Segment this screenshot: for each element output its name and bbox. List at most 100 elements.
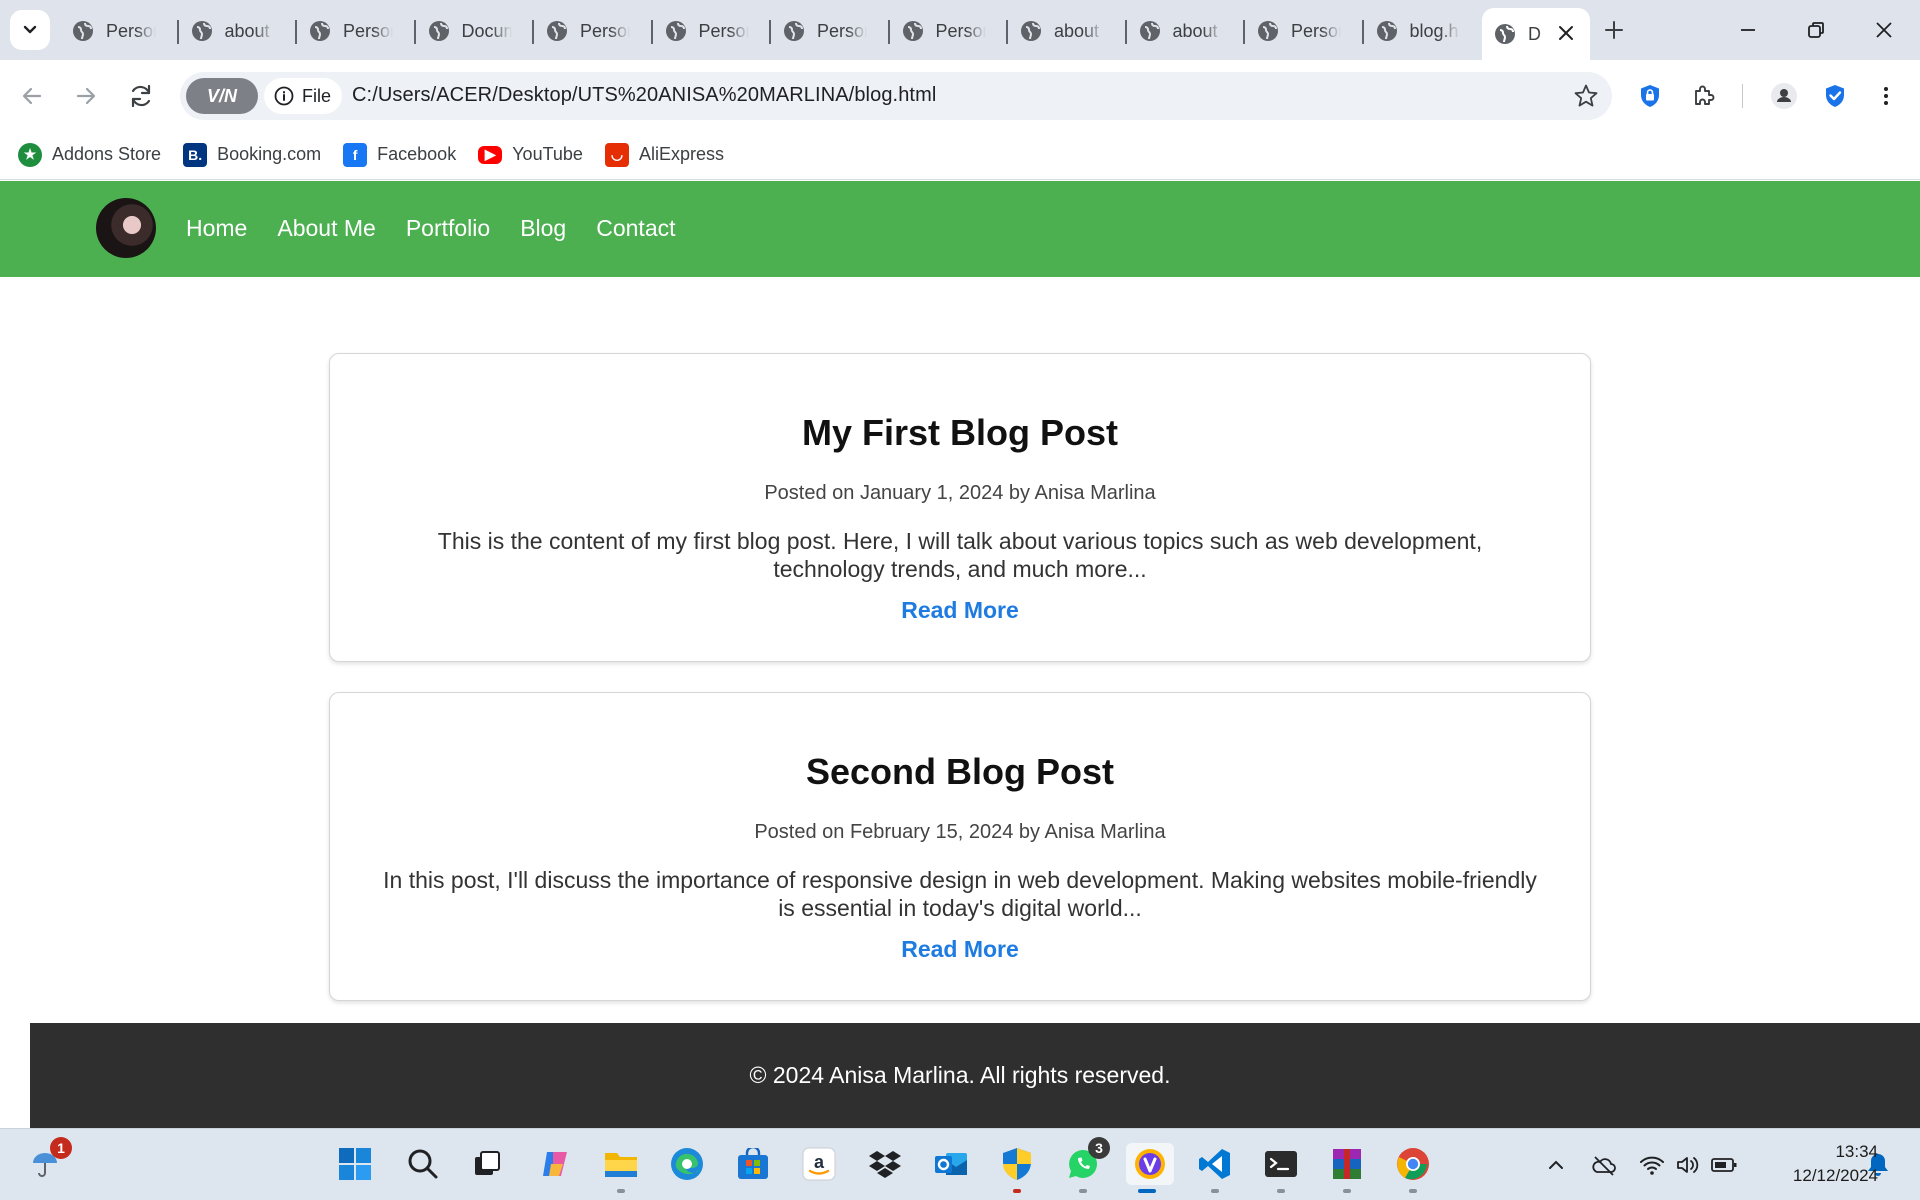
reload-icon	[131, 84, 151, 108]
browser-tab[interactable]: Docum	[416, 8, 534, 54]
shield-check-icon	[1826, 85, 1844, 107]
post-title: Second Blog Post	[805, 751, 1115, 792]
speaker-icon	[1677, 1157, 1699, 1173]
globe-icon	[665, 21, 686, 41]
browser-tab[interactable]: about	[1127, 8, 1245, 54]
windows-logo-icon	[339, 1148, 371, 1180]
tab-title: D	[1528, 23, 1541, 44]
bookmark-label: Booking.com	[217, 144, 322, 164]
show-hidden-icons-button[interactable]	[1542, 1151, 1570, 1179]
browser-tab[interactable]: Person	[1245, 8, 1364, 54]
security-center-button[interactable]	[996, 1143, 1038, 1193]
taskbar: 1 a 3	[0, 1128, 1920, 1200]
microsoft-store-button[interactable]	[732, 1143, 774, 1185]
running-indicator	[1211, 1189, 1219, 1193]
address-bar[interactable]: V/N File C:/Users/ACER/Desktop/UTS%20ANI…	[180, 72, 1612, 120]
svg-text:a: a	[814, 1152, 825, 1172]
outlook-button[interactable]	[930, 1143, 972, 1185]
dropbox-icon	[869, 1151, 901, 1178]
chevron-up-icon	[1549, 1160, 1563, 1169]
read-more-link[interactable]: Read More	[901, 936, 1019, 963]
restore-button[interactable]	[1796, 10, 1836, 50]
extensions-button[interactable]	[1688, 80, 1720, 112]
tab-strip: Person about Person Docum Person Person …	[0, 0, 1920, 60]
security-extension-button[interactable]	[1819, 80, 1851, 112]
nav-link-home[interactable]: Home	[186, 215, 247, 242]
bookmark-booking[interactable]: B. Booking.com	[183, 142, 322, 167]
browser-tab[interactable]: Person	[653, 8, 771, 54]
whatsapp-button[interactable]: 3	[1062, 1137, 1110, 1193]
reload-button[interactable]	[121, 76, 161, 116]
arrow-left-icon	[22, 87, 42, 105]
globe-icon	[784, 21, 804, 41]
site-header: Home About Me Portfolio Blog Contact	[0, 181, 1920, 277]
post-excerpt: In this post, I'll discuss the importanc…	[383, 867, 1537, 921]
volume-tray-icon[interactable]	[1674, 1151, 1702, 1179]
back-button[interactable]	[12, 76, 52, 116]
start-button[interactable]	[334, 1143, 376, 1185]
vpn-app-button[interactable]	[1126, 1143, 1174, 1193]
url-text[interactable]: C:/Users/ACER/Desktop/UTS%20ANISA%20MARL…	[352, 84, 936, 107]
password-manager-button[interactable]	[1634, 80, 1666, 112]
browser-tab[interactable]: blog.h	[1364, 8, 1483, 54]
running-indicator	[1343, 1189, 1351, 1193]
site-info-chip[interactable]: File	[264, 78, 342, 114]
nav-link-portfolio[interactable]: Portfolio	[406, 215, 490, 242]
forward-button[interactable]	[66, 76, 106, 116]
active-browser-tab[interactable]: D	[1482, 8, 1590, 60]
bookmark-facebook[interactable]: f Facebook	[343, 142, 456, 167]
chrome-button[interactable]	[1392, 1143, 1434, 1193]
chrome-icon	[1397, 1148, 1429, 1180]
browser-tab[interactable]: Person	[534, 8, 653, 54]
file-explorer-button[interactable]	[600, 1143, 642, 1193]
vscode-icon	[1199, 1149, 1230, 1179]
nav-link-contact[interactable]: Contact	[596, 215, 675, 242]
battery-tray-icon[interactable]	[1710, 1151, 1738, 1179]
active-indicator	[1138, 1189, 1156, 1193]
browser-tab[interactable]: about	[179, 8, 297, 54]
tab-title: about	[224, 20, 270, 41]
browser-tab[interactable]: about	[1008, 8, 1127, 54]
browser-tab[interactable]: Person	[771, 8, 890, 54]
vpn-button[interactable]: V/N	[186, 78, 258, 114]
nav-link-about-me[interactable]: About Me	[277, 215, 375, 242]
weather-widget[interactable]: 1	[24, 1137, 72, 1185]
browser-tab[interactable]: Person	[297, 8, 416, 54]
tab-search-button[interactable]	[10, 10, 50, 50]
nav-link-blog[interactable]: Blog	[520, 215, 566, 242]
read-more-link[interactable]: Read More	[901, 597, 1019, 624]
clock-date: 12/12/2024	[1792, 1166, 1878, 1185]
amazon-button[interactable]: a	[798, 1143, 840, 1185]
browser-toolbar: V/N File C:/Users/ACER/Desktop/UTS%20ANI…	[0, 60, 1920, 130]
bookmark-youtube[interactable]: ▶ YouTube	[478, 144, 583, 165]
browser-menu-button[interactable]	[1870, 80, 1902, 112]
new-tab-button[interactable]	[1598, 14, 1630, 46]
browser-tab[interactable]: Person	[60, 8, 179, 54]
bookmark-star-button[interactable]	[1572, 82, 1600, 110]
close-window-button[interactable]	[1864, 10, 1904, 50]
bookmark-addons-store[interactable]: ★ Addons Store	[18, 142, 161, 167]
edge-button[interactable]	[666, 1143, 708, 1185]
tab-title: Docum	[461, 20, 512, 41]
vscode-button[interactable]	[1194, 1143, 1236, 1193]
terminal-button[interactable]	[1260, 1143, 1302, 1193]
bookmark-aliexpress[interactable]: ◡ AliExpress	[604, 142, 724, 167]
wifi-icon	[1640, 1156, 1664, 1175]
minimize-button[interactable]	[1728, 10, 1768, 50]
facebook-icon: f	[343, 142, 368, 167]
browser-tab[interactable]: Person	[890, 8, 1008, 54]
taskbar-clock[interactable]: 13:34 12/12/2024	[1748, 1140, 1878, 1188]
search-button[interactable]	[402, 1143, 444, 1185]
profile-button[interactable]	[1768, 80, 1800, 112]
tab-title: Person	[698, 20, 749, 41]
onedrive-tray-icon[interactable]	[1590, 1151, 1618, 1179]
file-chip-label: File	[302, 85, 332, 106]
winrar-button[interactable]	[1326, 1143, 1368, 1193]
copilot-button[interactable]	[534, 1143, 576, 1185]
close-tab-icon[interactable]	[1554, 21, 1578, 45]
running-indicator	[1409, 1189, 1417, 1193]
task-view-button[interactable]	[466, 1143, 508, 1185]
wifi-tray-icon[interactable]	[1638, 1151, 1666, 1179]
tab-title: Person	[343, 20, 393, 41]
dropbox-button[interactable]	[864, 1143, 906, 1185]
